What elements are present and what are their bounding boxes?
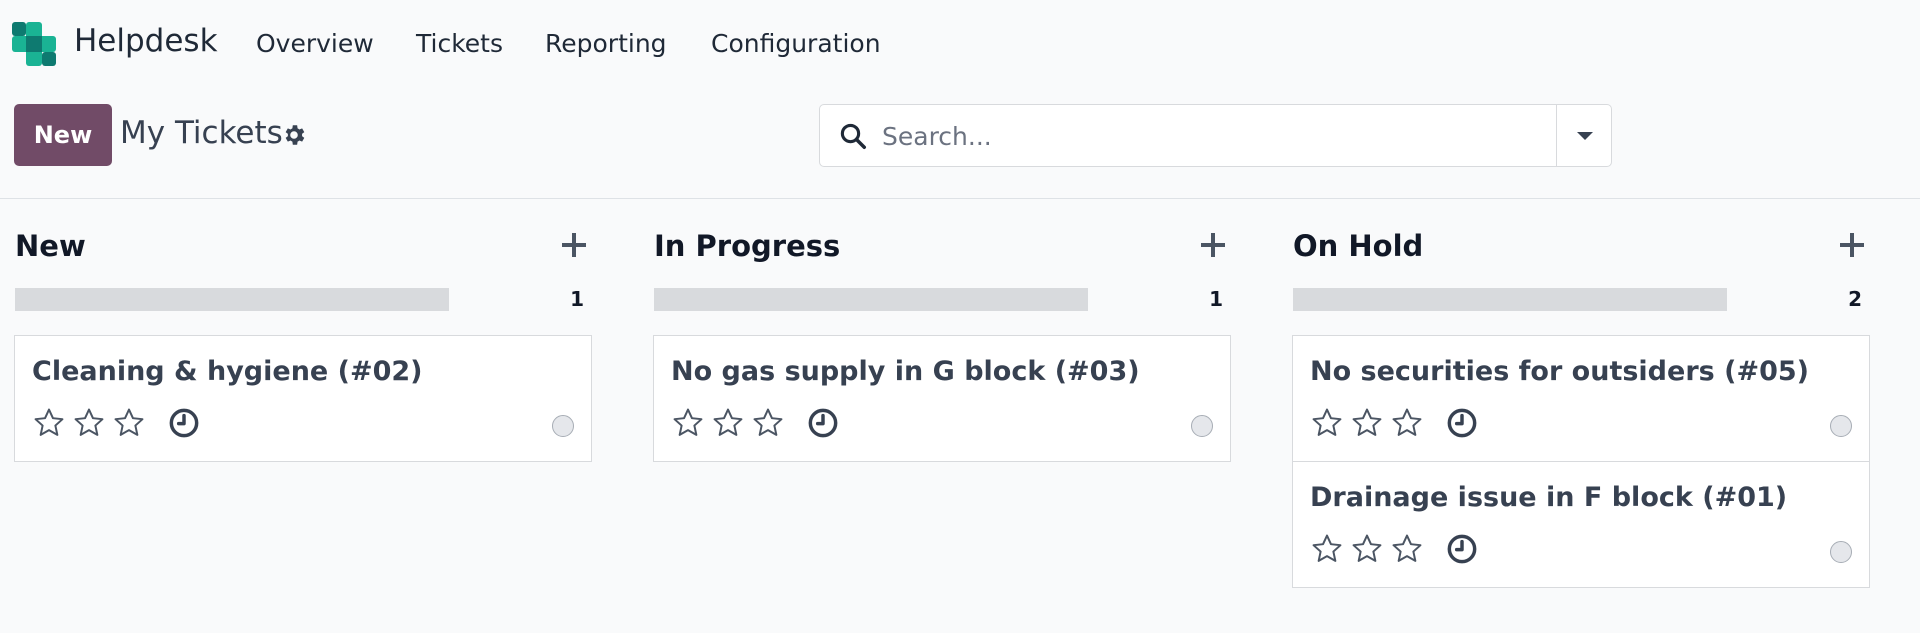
caret-down-icon <box>1576 131 1593 140</box>
star-icon[interactable] <box>1309 406 1345 440</box>
column-title: In Progress <box>654 229 841 263</box>
column-count: 1 <box>1209 287 1223 311</box>
plus-icon[interactable] <box>1840 233 1864 257</box>
plus-icon[interactable] <box>562 233 586 257</box>
column-title: New <box>15 229 86 263</box>
star-icon[interactable] <box>670 406 706 440</box>
clock-icon[interactable] <box>1446 407 1478 439</box>
status-dot[interactable] <box>552 415 574 437</box>
menu-reporting[interactable]: Reporting <box>545 29 667 58</box>
search-input[interactable] <box>882 117 1502 155</box>
clock-icon[interactable] <box>168 407 200 439</box>
plus-icon[interactable] <box>1201 233 1225 257</box>
priority-stars <box>670 406 786 440</box>
star-icon[interactable] <box>1349 406 1385 440</box>
ticket-title: Drainage issue in F block (#01) <box>1310 482 1788 513</box>
top-navbar: Helpdesk Overview Tickets Reporting Conf… <box>0 0 1920 88</box>
new-button[interactable]: New <box>14 104 112 166</box>
page-title: My Tickets <box>120 115 283 151</box>
app-name[interactable]: Helpdesk <box>74 23 218 59</box>
clock-icon[interactable] <box>807 407 839 439</box>
star-icon[interactable] <box>1349 532 1385 566</box>
column-progress-bar[interactable] <box>1293 288 1727 311</box>
column-title: On Hold <box>1293 229 1424 263</box>
gear-icon[interactable] <box>281 122 307 148</box>
status-dot[interactable] <box>1191 415 1213 437</box>
ticket-title: No gas supply in G block (#03) <box>671 356 1140 387</box>
clock-icon[interactable] <box>1446 533 1478 565</box>
menu-tickets[interactable]: Tickets <box>416 29 503 58</box>
menu-configuration[interactable]: Configuration <box>711 29 881 58</box>
column-progress-bar[interactable] <box>15 288 449 311</box>
ticket-card[interactable]: No gas supply in G block (#03) <box>653 335 1231 462</box>
star-icon[interactable] <box>1309 532 1345 566</box>
column-count: 2 <box>1848 287 1862 311</box>
menu-overview[interactable]: Overview <box>256 29 374 58</box>
status-dot[interactable] <box>1830 541 1852 563</box>
priority-stars <box>1309 532 1425 566</box>
ticket-card[interactable]: Drainage issue in F block (#01) <box>1292 461 1870 588</box>
search-icon <box>840 123 866 149</box>
column-count: 1 <box>570 287 584 311</box>
ticket-title: Cleaning & hygiene (#02) <box>32 356 423 387</box>
star-icon[interactable] <box>111 406 147 440</box>
star-icon[interactable] <box>71 406 107 440</box>
column-progress-bar[interactable] <box>654 288 1088 311</box>
priority-stars <box>31 406 147 440</box>
search-bar <box>819 104 1612 167</box>
status-dot[interactable] <box>1830 415 1852 437</box>
star-icon[interactable] <box>1389 532 1425 566</box>
star-icon[interactable] <box>1389 406 1425 440</box>
ticket-card[interactable]: No securities for outsiders (#05) <box>1292 335 1870 462</box>
ticket-title: No securities for outsiders (#05) <box>1310 356 1809 387</box>
star-icon[interactable] <box>750 406 786 440</box>
app-logo[interactable] <box>12 22 56 66</box>
ticket-card[interactable]: Cleaning & hygiene (#02) <box>14 335 592 462</box>
star-icon[interactable] <box>710 406 746 440</box>
priority-stars <box>1309 406 1425 440</box>
search-options-toggle[interactable] <box>1557 105 1612 166</box>
header-divider <box>0 198 1920 199</box>
star-icon[interactable] <box>31 406 67 440</box>
